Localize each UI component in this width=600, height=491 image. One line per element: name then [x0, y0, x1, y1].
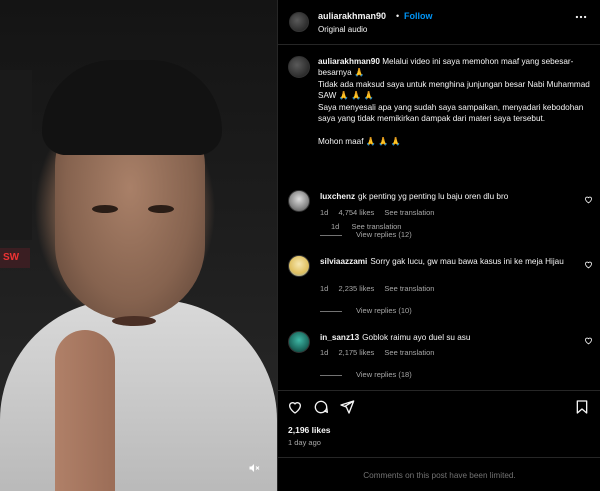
commenter-avatar[interactable]	[288, 331, 310, 353]
caption-username[interactable]: auliarakhman90	[318, 57, 380, 66]
background-shelf	[0, 70, 32, 240]
heart-icon[interactable]	[584, 260, 593, 271]
commenter-username[interactable]: silviaazzami	[320, 257, 367, 266]
view-replies-button[interactable]: View replies (18)	[320, 370, 412, 379]
comment-time: 1d	[320, 348, 329, 357]
heart-icon[interactable]	[584, 336, 593, 347]
person-eye-right	[148, 205, 174, 213]
view-replies-button[interactable]: View replies (12)	[320, 230, 412, 239]
comment-see-translation[interactable]: See translation	[384, 284, 434, 293]
commenter-avatar[interactable]	[288, 255, 310, 277]
commenter-avatar[interactable]	[288, 190, 310, 212]
separator-dot: •	[396, 11, 400, 21]
commenter-username[interactable]: in_sanz13	[320, 333, 359, 342]
comment-body: Sorry gak lucu, gw mau bawa kasus ini ke…	[370, 257, 564, 266]
caption-avatar[interactable]	[288, 56, 310, 78]
post-panel: auliarakhman90 • Follow Original audio a…	[277, 0, 600, 491]
bookmark-icon[interactable]	[574, 399, 592, 417]
person-hair	[42, 60, 222, 155]
post-actions: 2,196 likes 1 day ago Comments on this p…	[278, 390, 600, 491]
more-options-icon[interactable]	[574, 10, 588, 27]
comment-likes[interactable]: 2,175 likes	[338, 348, 374, 357]
comment-text: silviaazzami Sorry gak lucu, gw mau bawa …	[320, 256, 565, 267]
commenter-username[interactable]: luxchenz	[320, 192, 355, 201]
comment-meta: 1d 2,235 likes See translation	[320, 284, 442, 293]
comment-icon[interactable]	[313, 399, 331, 417]
caption-text: auliarakhman90 Melalui video ini saya me…	[318, 56, 596, 147]
follow-button[interactable]: Follow	[404, 11, 433, 21]
comment-text: luxchenz gk penting yg penting lu baju or…	[320, 191, 565, 202]
post-time-ago: 1 day ago	[288, 438, 321, 447]
video-player[interactable]: SW	[0, 0, 277, 491]
audio-label[interactable]: Original audio	[318, 25, 367, 34]
comment-likes[interactable]: 4,754 likes	[338, 208, 374, 217]
background-sign: SW	[0, 248, 30, 268]
comment-body: gk penting yg penting lu baju oren dlu b…	[358, 192, 509, 201]
person-hands	[55, 330, 115, 491]
speaker-muted-icon[interactable]	[248, 462, 266, 480]
comment-meta: 1d 4,754 likes See translation	[320, 208, 442, 217]
comment-body: Goblok raimu ayo duel su asu	[362, 333, 471, 342]
comment-see-translation[interactable]: See translation	[384, 348, 434, 357]
person-eye-left	[92, 205, 118, 213]
comment-time: 1d	[320, 284, 329, 293]
view-replies-button[interactable]: View replies (10)	[320, 306, 412, 315]
comments-limited-notice: Comments on this post have been limited.	[278, 457, 600, 491]
comment-see-translation[interactable]: See translation	[384, 208, 434, 217]
comment-text: in_sanz13 Goblok raimu ayo duel su asu	[320, 332, 565, 343]
author-username[interactable]: auliarakhman90	[318, 11, 386, 21]
person-mouth	[112, 316, 156, 326]
post-header: auliarakhman90 • Follow Original audio	[278, 0, 600, 45]
post-likes-count[interactable]: 2,196 likes	[288, 425, 331, 435]
share-icon[interactable]	[339, 399, 357, 417]
comment-time: 1d	[320, 208, 329, 217]
heart-icon[interactable]	[287, 399, 305, 417]
caption-body: Melalui video ini saya memohon maaf yang…	[318, 57, 590, 146]
author-avatar[interactable]	[289, 12, 309, 32]
comment-likes[interactable]: 2,235 likes	[338, 284, 374, 293]
comment-meta: 1d 2,175 likes See translation	[320, 348, 442, 357]
person-shirt	[0, 300, 277, 491]
heart-icon[interactable]	[584, 195, 593, 206]
